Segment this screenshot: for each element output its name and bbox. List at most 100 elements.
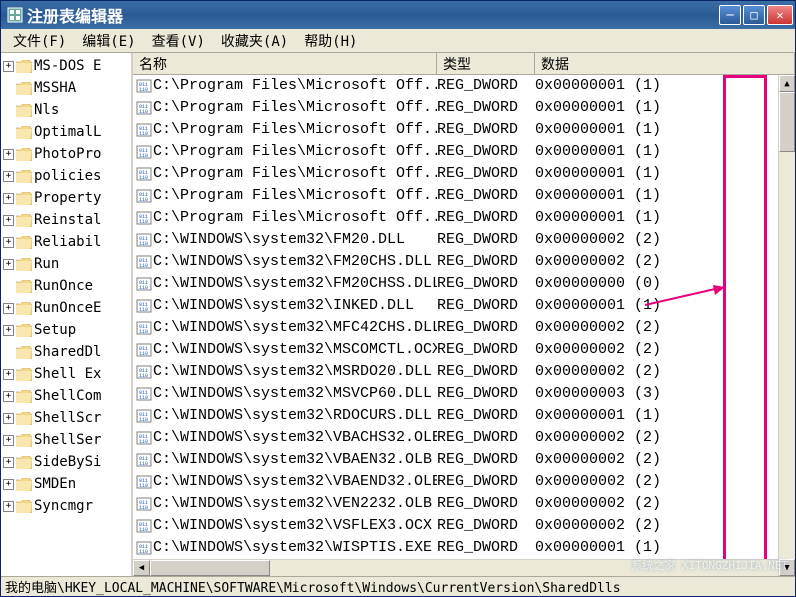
table-row[interactable]: 011110C:\Program Files\Microsoft Off...R…: [133, 75, 795, 97]
minimize-button[interactable]: ─: [719, 5, 741, 25]
tree-item[interactable]: SharedDl: [1, 341, 131, 363]
expander-icon[interactable]: +: [3, 479, 14, 490]
cell-name: C:\WINDOWS\system32\VBAEN32.OLB: [153, 449, 437, 471]
tree-item[interactable]: +Reliabil: [1, 231, 131, 253]
tree-item[interactable]: + policies: [1, 165, 131, 187]
table-row[interactable]: 011110C:\Program Files\Microsoft Off...R…: [133, 141, 795, 163]
table-row[interactable]: 011110C:\WINDOWS\system32\WISPTIS.EXEREG…: [133, 537, 795, 559]
expander-icon[interactable]: +: [3, 413, 14, 424]
list-body[interactable]: 011110C:\Program Files\Microsoft Off...R…: [133, 75, 795, 559]
table-row[interactable]: 011110C:\Program Files\Microsoft Off...R…: [133, 207, 795, 229]
table-row[interactable]: 011110C:\WINDOWS\system32\VSFLEX3.OCXREG…: [133, 515, 795, 537]
scroll-up-button[interactable]: ▲: [779, 75, 795, 92]
scroll-thumb[interactable]: [779, 92, 795, 152]
menu-edit[interactable]: 编辑(E): [74, 29, 143, 53]
expander-icon[interactable]: +: [3, 435, 14, 446]
cell-data: 0x00000002 (2): [535, 361, 795, 383]
expander-icon[interactable]: +: [3, 369, 14, 380]
expander-icon[interactable]: +: [3, 149, 14, 160]
cell-name: C:\WINDOWS\system32\MSCOMCTL.OCX: [153, 339, 437, 361]
table-row[interactable]: 011110C:\Program Files\Microsoft Off...R…: [133, 119, 795, 141]
table-row[interactable]: 011110C:\WINDOWS\system32\FM20.DLLREG_DW…: [133, 229, 795, 251]
expander-icon[interactable]: +: [3, 303, 14, 314]
table-row[interactable]: 011110C:\WINDOWS\system32\VBACHS32.OLBRE…: [133, 427, 795, 449]
tree-item[interactable]: +ShellScr: [1, 407, 131, 429]
table-row[interactable]: 011110C:\Program Files\Microsoft Off...R…: [133, 185, 795, 207]
tree-label: PhotoPro: [34, 146, 101, 162]
menu-view[interactable]: 查看(V): [144, 29, 213, 53]
tree-item[interactable]: +Shell Ex: [1, 363, 131, 385]
tree-item[interactable]: +Reinstal: [1, 209, 131, 231]
expander-icon[interactable]: +: [3, 215, 14, 226]
expander-icon[interactable]: +: [3, 171, 14, 182]
table-row[interactable]: 011110C:\WINDOWS\system32\FM20CHS.DLLREG…: [133, 251, 795, 273]
cell-type: REG_DWORD: [437, 339, 535, 361]
expander-icon[interactable]: +: [3, 391, 14, 402]
folder-icon: [16, 324, 32, 337]
table-row[interactable]: 011110C:\WINDOWS\system32\MSCOMCTL.OCXRE…: [133, 339, 795, 361]
tree-item[interactable]: RunOnce: [1, 275, 131, 297]
cell-data: 0x00000001 (1): [535, 163, 795, 185]
tree-item[interactable]: +ShellCom: [1, 385, 131, 407]
menu-help[interactable]: 帮助(H): [296, 29, 365, 53]
expander-icon[interactable]: +: [3, 325, 14, 336]
table-row[interactable]: 011110C:\WINDOWS\system32\VBAEND32.OLBRE…: [133, 471, 795, 493]
horizontal-scrollbar[interactable]: ◀ ▶: [133, 559, 795, 576]
expander-icon[interactable]: +: [3, 193, 14, 204]
cell-type: REG_DWORD: [437, 251, 535, 273]
maximize-button[interactable]: □: [743, 5, 765, 25]
expander-icon[interactable]: +: [3, 501, 14, 512]
table-row[interactable]: 011110C:\WINDOWS\system32\MSRDO20.DLLREG…: [133, 361, 795, 383]
table-row[interactable]: 011110C:\WINDOWS\system32\INKED.DLLREG_D…: [133, 295, 795, 317]
menu-file[interactable]: 文件(F): [5, 29, 74, 53]
tree-label: policies: [34, 168, 101, 184]
table-row[interactable]: 011110C:\WINDOWS\system32\VBAEN32.OLBREG…: [133, 449, 795, 471]
vertical-scrollbar[interactable]: ▲ ▼: [778, 75, 795, 576]
tree-item[interactable]: OptimalL: [1, 121, 131, 143]
tree-item[interactable]: +SideBySi: [1, 451, 131, 473]
close-button[interactable]: ✕: [767, 5, 793, 25]
folder-icon: [16, 434, 32, 447]
tree-item[interactable]: + PhotoPro: [1, 143, 131, 165]
dword-icon: 011110: [135, 474, 153, 490]
tree-label: SMDEn: [34, 476, 76, 492]
table-row[interactable]: 011110C:\WINDOWS\system32\MSVCP60.DLLREG…: [133, 383, 795, 405]
cell-name: C:\Program Files\Microsoft Off...: [153, 185, 437, 207]
table-row[interactable]: 011110C:\WINDOWS\system32\RDOCURS.DLLREG…: [133, 405, 795, 427]
cell-data: 0x00000002 (2): [535, 339, 795, 361]
table-row[interactable]: 011110C:\WINDOWS\system32\VEN2232.OLBREG…: [133, 493, 795, 515]
cell-data: 0x00000002 (2): [535, 515, 795, 537]
tree-item[interactable]: +RunOnceE: [1, 297, 131, 319]
titlebar[interactable]: 注册表编辑器 ─ □ ✕: [1, 1, 795, 29]
scroll-left-button[interactable]: ◀: [133, 560, 150, 576]
tree-item[interactable]: +ShellSer: [1, 429, 131, 451]
cell-data: 0x00000001 (1): [535, 75, 795, 97]
table-row[interactable]: 011110C:\Program Files\Microsoft Off...R…: [133, 163, 795, 185]
col-data[interactable]: 数据: [535, 53, 795, 74]
col-type[interactable]: 类型: [437, 53, 535, 74]
tree-item[interactable]: +MS-DOS E: [1, 55, 131, 77]
table-row[interactable]: 011110C:\WINDOWS\system32\FM20CHSS.DLLRE…: [133, 273, 795, 295]
expander-icon[interactable]: +: [3, 61, 14, 72]
menu-favorites[interactable]: 收藏夹(A): [213, 29, 296, 53]
dword-icon: 011110: [135, 540, 153, 556]
tree-item[interactable]: + SMDEn: [1, 473, 131, 495]
tree-item[interactable]: +Syncmgr: [1, 495, 131, 517]
expander-icon[interactable]: +: [3, 259, 14, 270]
tree-item[interactable]: +Setup: [1, 319, 131, 341]
tree-item[interactable]: Nls: [1, 99, 131, 121]
tree-item[interactable]: +Run: [1, 253, 131, 275]
table-row[interactable]: 011110C:\WINDOWS\system32\MFC42CHS.DLLRE…: [133, 317, 795, 339]
tree-item[interactable]: +Property: [1, 187, 131, 209]
table-row[interactable]: 011110C:\Program Files\Microsoft Off...R…: [133, 97, 795, 119]
tree-pane[interactable]: +MS-DOS EMSSHANlsOptimalL + PhotoPro + polic…: [1, 53, 133, 576]
folder-icon: [16, 126, 32, 139]
expander-icon[interactable]: +: [3, 237, 14, 248]
tree-item[interactable]: MSSHA: [1, 77, 131, 99]
expander-icon[interactable]: +: [3, 457, 14, 468]
scroll-down-button[interactable]: ▼: [779, 559, 795, 576]
col-name[interactable]: 名称: [133, 53, 437, 74]
folder-icon: [16, 148, 32, 161]
hscroll-thumb[interactable]: [150, 560, 270, 576]
dword-icon: 011110: [135, 210, 153, 226]
